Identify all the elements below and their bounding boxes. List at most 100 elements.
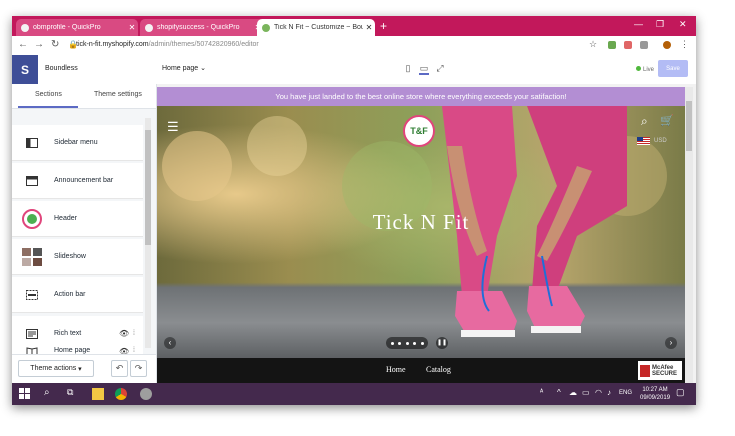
slide-prev-icon[interactable]: ‹ [164, 337, 176, 349]
battery-icon[interactable]: ▭ [582, 388, 590, 397]
url-field[interactable]: tick-n-fit.myshopify.com/admin/themes/50… [76, 41, 259, 48]
nav-link-home[interactable]: Home [386, 365, 406, 374]
slide-dot[interactable] [413, 341, 416, 345]
scroll-thumb[interactable] [145, 130, 151, 245]
section-item-header[interactable]: Header [12, 201, 143, 237]
announcement-icon [22, 175, 42, 186]
url-path: /admin/themes/50742820960/editor [148, 41, 259, 48]
chevron-down-icon: ⌄ [200, 65, 207, 72]
sidebar-scrollbar[interactable] [145, 118, 151, 348]
tab-shopifysuccess[interactable]: shopifysuccess - QuickPro ✕ [140, 19, 264, 36]
save-button[interactable]: Save [658, 60, 688, 77]
store-logo[interactable]: T&F [403, 115, 435, 147]
section-label: Home page [54, 347, 91, 354]
logo-thumbnail [22, 208, 42, 229]
extension-icon[interactable] [640, 41, 648, 49]
store-nav: Home Catalog McAfee SECURE [157, 358, 685, 383]
back-icon[interactable]: ← [18, 39, 28, 50]
section-label: Sidebar menu [54, 139, 98, 146]
slide-dot[interactable] [390, 341, 394, 345]
slideshow-thumbnail [22, 247, 42, 266]
slide-dot[interactable] [405, 341, 409, 345]
slide-dot[interactable] [398, 341, 401, 345]
announcement-icon-svg [26, 175, 38, 186]
rich-text-icon [22, 328, 42, 339]
page-selector-label: Home page [162, 65, 199, 72]
restore-icon[interactable]: ❐ [656, 19, 664, 30]
redo-button[interactable]: ↷ [130, 360, 147, 377]
search-icon[interactable]: ⌕ [641, 114, 648, 129]
shopify-logo-icon[interactable]: S [12, 55, 38, 84]
slide-next-icon[interactable]: › [665, 337, 677, 349]
address-bar: ← → ↻ 🔒 tick-n-fit.myshopify.com/admin/t… [12, 36, 696, 56]
fullscreen-icon[interactable]: ⤢ [435, 63, 445, 73]
section-label: Header [54, 215, 77, 222]
sidebar-tabs: Sections Theme settings [12, 84, 156, 109]
window-close-icon[interactable]: ✕ [679, 19, 687, 30]
close-icon[interactable]: ✕ [126, 23, 138, 32]
people-icon[interactable]: ᴬ [540, 389, 543, 396]
forward-icon[interactable]: → [34, 39, 44, 50]
chevron-up-icon[interactable]: ^ [557, 388, 561, 397]
system-clock[interactable]: 10:27 AM 09/09/2019 [640, 386, 670, 402]
drag-handle-icon[interactable]: ⁞ [133, 347, 143, 354]
app-icon[interactable] [140, 388, 152, 400]
nav-link-catalog[interactable]: Catalog [426, 365, 451, 374]
search-icon[interactable]: ⌕ [44, 387, 56, 399]
drag-handle-icon[interactable]: ⁞ [133, 330, 143, 337]
menu-dots-icon[interactable]: ⋮ [680, 39, 689, 50]
theme-actions-button[interactable]: Theme actions ▾ [18, 360, 94, 377]
page-selector[interactable]: Home page ⌄ [162, 64, 206, 72]
task-view-icon[interactable]: ⧉ [67, 387, 79, 399]
tab-obmprofile[interactable]: obmprofile - QuickPro ✕ [16, 19, 138, 36]
section-item-announcement-bar[interactable]: Announcement bar [12, 163, 143, 199]
tab-sections[interactable]: Sections [35, 91, 62, 98]
volume-icon[interactable]: ♪ [607, 388, 611, 397]
scroll-thumb[interactable] [686, 101, 692, 151]
minimize-icon[interactable]: — [634, 19, 643, 29]
hamburger-menu-icon[interactable]: ☰ [167, 120, 179, 133]
close-icon[interactable]: ✕ [363, 23, 375, 32]
new-tab-icon[interactable]: + [380, 20, 387, 32]
clock-date: 09/09/2019 [640, 395, 671, 401]
chrome-icon[interactable] [115, 388, 127, 400]
shopify-favicon [262, 23, 270, 32]
action-bar-icon-svg [26, 289, 38, 300]
mobile-view-icon[interactable]: ▯ [403, 63, 413, 73]
section-item-slideshow[interactable]: Slideshow [12, 239, 143, 275]
pause-icon[interactable]: ❚❚ [436, 337, 448, 349]
cart-icon[interactable]: 🛒 [660, 114, 674, 127]
section-item-action-bar[interactable]: Action bar [12, 277, 143, 313]
language-label[interactable]: ENG [619, 390, 632, 396]
tab-theme-settings[interactable]: Theme settings [94, 91, 142, 98]
extension-icon[interactable] [608, 41, 616, 49]
section-item-sidebar-menu[interactable]: Sidebar menu [12, 125, 143, 161]
file-explorer-icon[interactable] [92, 388, 104, 400]
extension-icon[interactable] [624, 41, 632, 49]
desktop-view-icon[interactable]: ▭ [419, 63, 429, 75]
section-label: Slideshow [54, 253, 86, 260]
badge-line-1: McAfee [652, 364, 674, 371]
eye-icon[interactable]: 👁 [119, 329, 133, 338]
mcafee-shield-icon [640, 364, 650, 377]
tab-title: shopifysuccess - QuickPro [157, 24, 240, 31]
clock-time: 10:27 AM [642, 387, 668, 393]
tab-bar: obmprofile - QuickPro ✕ shopifysuccess -… [12, 16, 696, 36]
wifi-icon[interactable]: ◠ [595, 388, 602, 397]
slide-dot[interactable] [420, 341, 424, 345]
star-icon[interactable]: ☆ [589, 39, 597, 50]
undo-button[interactable]: ↶ [111, 360, 128, 377]
section-label: Action bar [54, 291, 86, 298]
windows-start-icon[interactable] [19, 388, 31, 400]
notification-icon[interactable]: ▢ [676, 387, 685, 398]
cloud-icon[interactable]: ☁ [569, 388, 577, 397]
preview-scrollbar[interactable] [685, 87, 693, 383]
reload-icon[interactable]: ↻ [51, 39, 59, 50]
live-label: Live [643, 67, 655, 73]
profile-avatar[interactable] [663, 41, 671, 49]
tab-favicon [21, 23, 29, 32]
badge-line-2: SECURE [652, 370, 678, 377]
tab-tick-n-fit[interactable]: Tick N Fit ~ Customize ~ Boundl ✕ [257, 19, 375, 36]
currency-selector[interactable]: USD [637, 137, 667, 145]
theme-actions-label: Theme actions [30, 365, 77, 372]
